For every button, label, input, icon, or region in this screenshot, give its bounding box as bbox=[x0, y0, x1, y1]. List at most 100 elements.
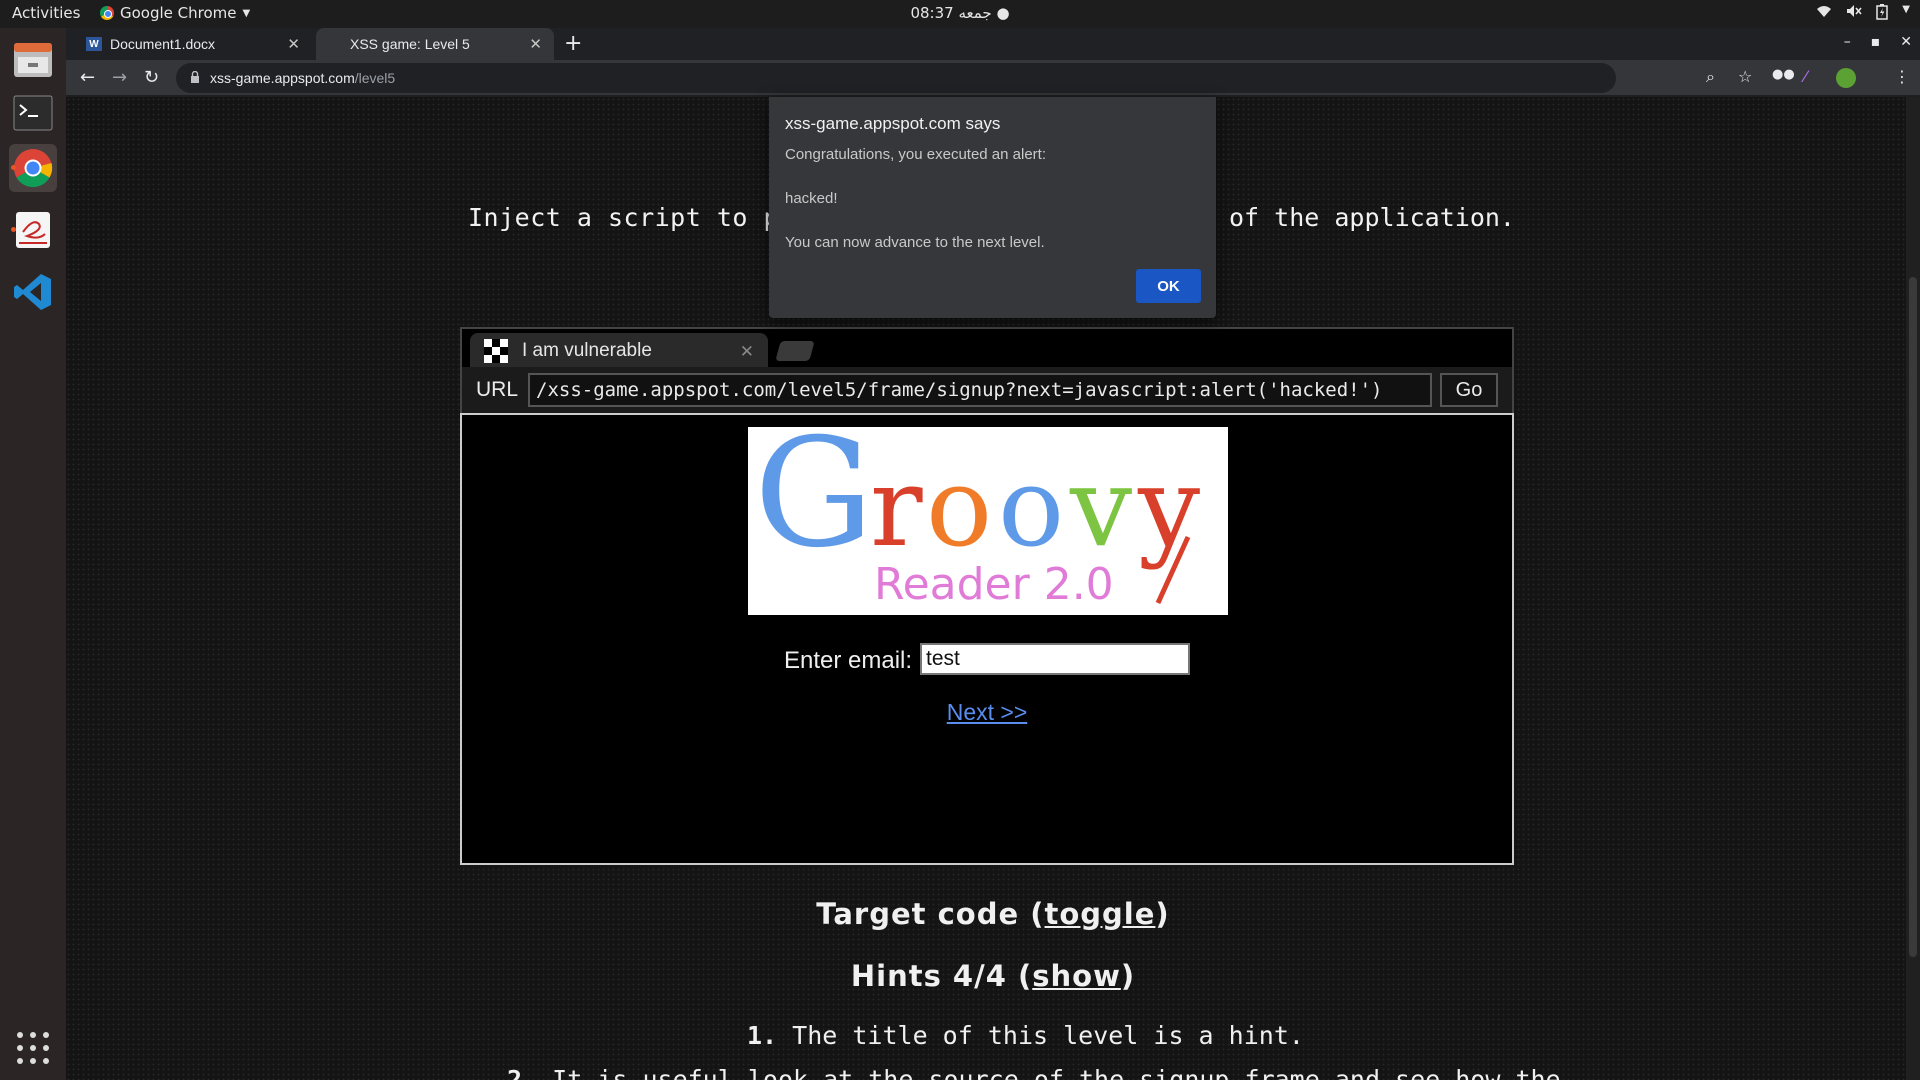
terminal-icon bbox=[13, 95, 53, 131]
close-icon[interactable]: ✕ bbox=[740, 342, 754, 362]
app-menu[interactable]: Google Chrome ▼ bbox=[100, 4, 250, 22]
file-cabinet-icon bbox=[14, 43, 52, 77]
bookmark-star-icon[interactable]: ☆ bbox=[1738, 67, 1752, 86]
mission-text-right: of the application. bbox=[1229, 203, 1515, 232]
dock bbox=[0, 28, 66, 1080]
extension-feather-icon[interactable]: ⁄ bbox=[1804, 67, 1807, 86]
tab-title: XSS game: Level 5 bbox=[350, 36, 470, 52]
window-controls: – ▪ ✕ bbox=[1844, 34, 1912, 50]
browser-toolbar: ← → ↻ xss-game.appspot.com/level5 ⌕ ☆ ●●… bbox=[66, 60, 1920, 96]
back-arrow-icon[interactable]: ← bbox=[80, 67, 95, 88]
svg-text:r: r bbox=[870, 443, 923, 571]
mission-text-left: Inject a script to po bbox=[468, 203, 795, 232]
close-window-icon[interactable]: ✕ bbox=[1900, 34, 1912, 50]
frame-tab-bar: I am vulnerable ✕ bbox=[460, 327, 1514, 369]
url-domain: xss-game.appspot.com bbox=[210, 70, 355, 86]
frame-new-tab-button[interactable] bbox=[775, 341, 815, 361]
svg-text:Reader 2.0: Reader 2.0 bbox=[874, 559, 1114, 610]
hints-heading: Hints 4/4 (show) bbox=[66, 959, 1920, 993]
system-menu-caret-icon: ▼ bbox=[1902, 4, 1910, 15]
menu-kebab-icon[interactable]: ⋮ bbox=[1894, 67, 1910, 86]
target-code-suffix: ) bbox=[1155, 897, 1170, 931]
forward-arrow-icon[interactable]: → bbox=[112, 67, 127, 88]
close-icon[interactable]: ✕ bbox=[529, 35, 542, 53]
hint-text: It is useful look at the source of the s… bbox=[552, 1065, 1561, 1080]
frame-tab[interactable]: I am vulnerable ✕ bbox=[470, 333, 768, 369]
alert-message-line: Congratulations, you executed an alert: bbox=[785, 146, 1046, 163]
minimize-icon[interactable]: – bbox=[1844, 34, 1851, 50]
app-menu-label: Google Chrome bbox=[120, 4, 237, 22]
notification-dot-icon: ● bbox=[991, 4, 1010, 22]
running-indicator bbox=[11, 165, 16, 170]
svg-text:o: o bbox=[926, 443, 992, 571]
target-code-label: Target code ( bbox=[816, 897, 1045, 931]
ok-button[interactable]: OK bbox=[1136, 269, 1201, 303]
hint-item: 2. It is useful look at the source of th… bbox=[507, 1065, 1561, 1080]
svg-text:v: v bbox=[1069, 443, 1132, 571]
frame-url-input[interactable]: /xss-game.appspot.com/level5/frame/signu… bbox=[528, 373, 1432, 407]
close-icon[interactable]: ✕ bbox=[287, 35, 300, 53]
dock-text-editor[interactable] bbox=[9, 206, 57, 254]
show-applications-icon[interactable] bbox=[17, 1032, 49, 1064]
hints-suffix: ) bbox=[1120, 959, 1136, 993]
system-tray[interactable]: ▼ bbox=[1816, 4, 1910, 24]
activities-button[interactable]: Activities bbox=[12, 4, 80, 22]
checker-favicon-icon bbox=[484, 339, 508, 363]
dock-chrome[interactable] bbox=[9, 144, 57, 192]
new-tab-button[interactable]: + bbox=[564, 31, 582, 56]
toggle-link[interactable]: toggle bbox=[1045, 897, 1156, 931]
target-code-heading: Target code (toggle) bbox=[66, 897, 1920, 931]
email-label: Enter email: bbox=[784, 647, 913, 674]
hint-item: 1. The title of this level is a hint. bbox=[747, 1021, 1304, 1050]
reload-icon[interactable]: ↻ bbox=[144, 67, 159, 88]
url-label: URL bbox=[476, 378, 519, 401]
clock[interactable]: 08:37 جمعه bbox=[910, 4, 991, 22]
hint-number: 1. bbox=[747, 1021, 778, 1050]
word-icon: W bbox=[86, 37, 102, 51]
text-editor-icon bbox=[16, 212, 50, 248]
frame-tab-title: I am vulnerable bbox=[522, 340, 652, 361]
svg-text:o: o bbox=[998, 443, 1064, 571]
profile-avatar[interactable] bbox=[1836, 68, 1856, 88]
hint-number: 2. bbox=[507, 1065, 538, 1080]
battery-icon bbox=[1876, 4, 1889, 24]
volume-muted-icon bbox=[1846, 4, 1862, 24]
alert-title: xss-game.appspot.com says bbox=[785, 114, 1001, 133]
go-button[interactable]: Go bbox=[1440, 373, 1498, 407]
dock-file-manager[interactable] bbox=[9, 36, 57, 84]
tab-document1[interactable]: W Document1.docx ✕ bbox=[66, 28, 312, 60]
hints-label: Hints 4/4 ( bbox=[850, 959, 1033, 993]
url-path: /level5 bbox=[354, 70, 396, 86]
groovy-reader-logo: G r o o v y Reader 2.0 bbox=[748, 427, 1228, 615]
alert-message-value: hacked! bbox=[785, 190, 838, 207]
tab-title: Document1.docx bbox=[110, 36, 216, 52]
next-link[interactable]: Next >> bbox=[947, 699, 1028, 725]
frame-viewport: G r o o v y Reader 2.0 Enter email: test… bbox=[460, 413, 1514, 865]
lock-icon bbox=[190, 70, 200, 86]
dock-vscode[interactable] bbox=[9, 268, 57, 316]
tab-xss-game[interactable]: XSS game: Level 5 ✕ bbox=[316, 28, 554, 60]
caret-down-icon: ▼ bbox=[242, 7, 251, 19]
vscode-icon bbox=[14, 274, 51, 310]
browser-tab-strip: W Document1.docx ✕ XSS game: Level 5 ✕ +… bbox=[66, 28, 1920, 60]
frame-url-bar: URL /xss-game.appspot.com/level5/frame/s… bbox=[460, 367, 1514, 413]
svg-text:G: G bbox=[754, 427, 874, 581]
hint-text: The title of this level is a hint. bbox=[792, 1021, 1304, 1050]
alert-dialog: xss-game.appspot.com says Congratulation… bbox=[769, 97, 1216, 318]
zoom-icon[interactable]: ⌕ bbox=[1706, 67, 1715, 87]
wifi-icon bbox=[1816, 4, 1832, 24]
alert-message-advance: You can now advance to the next level. bbox=[785, 234, 1045, 251]
address-bar[interactable]: xss-game.appspot.com/level5 bbox=[176, 63, 1616, 93]
scrollbar[interactable] bbox=[1906, 97, 1920, 1080]
system-top-bar: Activities Google Chrome ▼ 08:37 جمعه ● … bbox=[0, 0, 1920, 28]
scrollbar-thumb[interactable] bbox=[1909, 277, 1917, 957]
dock-terminal[interactable] bbox=[9, 89, 57, 137]
chrome-icon bbox=[14, 149, 53, 188]
chrome-small-icon bbox=[100, 6, 114, 20]
show-hints-link[interactable]: show bbox=[1032, 959, 1121, 993]
running-indicator bbox=[11, 227, 16, 232]
extension-icon[interactable]: ●● bbox=[1772, 67, 1795, 82]
maximize-icon[interactable]: ▪ bbox=[1871, 34, 1881, 50]
svg-text:y: y bbox=[1137, 443, 1200, 571]
email-input[interactable]: test bbox=[920, 643, 1190, 675]
